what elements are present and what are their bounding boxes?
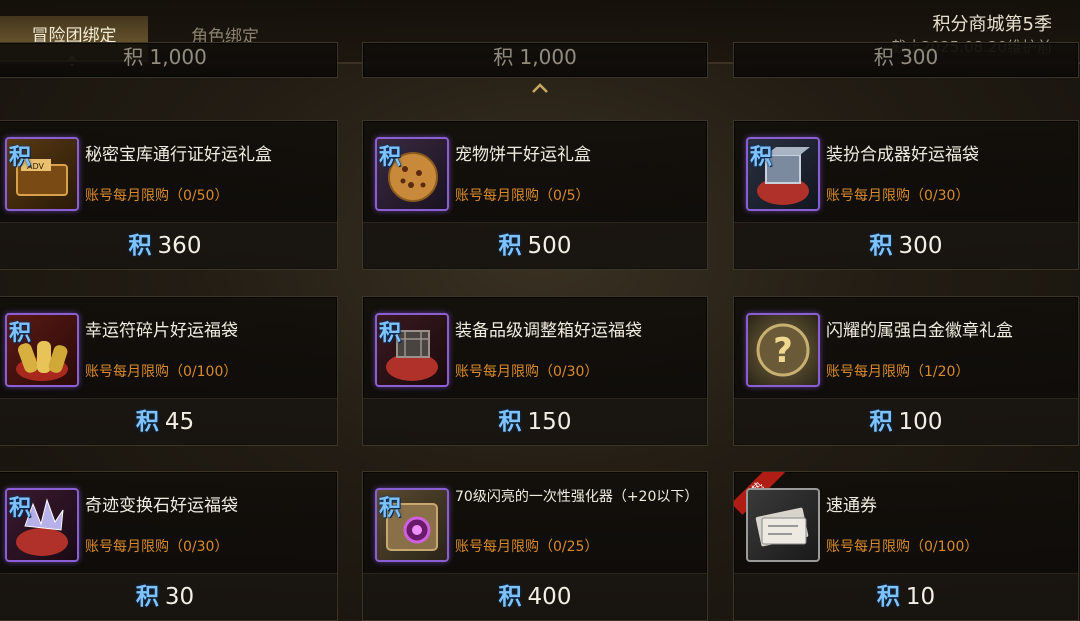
item-name: 速通券 [826, 496, 877, 516]
purchase-limit: 账号每月限购（0/30） [826, 188, 970, 204]
shop-item-card[interactable]: 积 宠物饼干好运礼盒 账号每月限购（0/5） 积 500 [362, 120, 708, 270]
item-name: 幸运符碎片好运福袋 [85, 321, 238, 341]
currency-badge: 积 [379, 144, 402, 170]
purchase-limit: 账号每月限购（0/50） [85, 188, 229, 204]
shop-item-card[interactable]: ? 闪耀的属强白金徽章礼盒 账号每月限购（1/20） 积 100 [733, 296, 1079, 446]
price-bar: 积 150 [363, 398, 707, 445]
shop-item-card[interactable]: 热 速通券 账号每月限购（0/100） 积10 [733, 471, 1079, 621]
shop-item-card-partial[interactable]: 积 300 [733, 42, 1079, 78]
currency-badge: 积 [379, 495, 402, 521]
item-name: 闪耀的属强白金徽章礼盒 [826, 321, 1013, 341]
synthesizer-bag-icon: 积 [746, 137, 820, 211]
currency-icon: 积 [128, 232, 152, 259]
shop-item-card[interactable]: ADV 积 秘密宝库通行证好运礼盒 账号每月限购（0/50） 积 360 [0, 120, 338, 270]
purchase-limit: 账号每月限购（0/5） [455, 188, 590, 204]
item-price: 积 30 [135, 583, 195, 610]
price-bar: 积 30 [0, 573, 337, 620]
price-bar: 积 500 [363, 222, 707, 269]
item-price: 积 300 [873, 45, 939, 69]
shop-title: 积分商城第5季 [932, 14, 1052, 35]
item-price: 积 500 [498, 232, 572, 259]
currency-icon: 积 [493, 45, 514, 69]
price-bar: 积 45 [0, 398, 337, 445]
currency-badge: 积 [9, 495, 32, 521]
svg-text:?: ? [773, 331, 793, 371]
mystery-badge-icon: ? [746, 313, 820, 387]
item-price: 积 100 [869, 408, 943, 435]
shop-item-card[interactable]: 积 装备品级调整箱好运福袋 账号每月限购（0/30） 积 150 [362, 296, 708, 446]
currency-icon: 积 [498, 408, 522, 435]
shop-item-card-partial[interactable]: 积 1,000 [0, 42, 338, 78]
item-name: 70级闪亮的一次性强化器（+20以下） [455, 489, 699, 505]
item-price: 积 400 [498, 583, 572, 610]
purchase-limit: 账号每月限购（0/100） [85, 364, 238, 380]
shop-item-card[interactable]: 积 幸运符碎片好运福袋 账号每月限购（0/100） 积 45 [0, 296, 338, 446]
item-price: 积 10 [876, 583, 936, 610]
purchase-limit: 账号每月限购（1/20） [826, 364, 970, 380]
currency-badge: 积 [9, 320, 32, 346]
price-bar: 积 400 [363, 573, 707, 620]
currency-icon: 积 [135, 583, 159, 610]
purchase-limit: 账号每月限购（0/100） [826, 539, 979, 555]
item-price: 积 1,000 [493, 45, 577, 69]
purchase-limit: 账号每月限购（0/25） [455, 539, 599, 555]
pass-box-icon: ADV 积 [5, 137, 79, 211]
enhancer-icon: 积 [375, 488, 449, 562]
purchase-limit: 账号每月限购（0/30） [455, 364, 599, 380]
adjust-box-bag-icon: 积 [375, 313, 449, 387]
price-bar: 积 360 [0, 222, 337, 269]
currency-icon: 积 [869, 408, 893, 435]
item-price: 积 360 [128, 232, 202, 259]
currency-icon: 积 [123, 45, 144, 69]
item-name: 宠物饼干好运礼盒 [455, 145, 591, 165]
currency-badge: 积 [379, 320, 402, 346]
item-price: 积 45 [135, 408, 195, 435]
currency-icon: 积 [498, 232, 522, 259]
currency-icon: 积 [498, 583, 522, 610]
shop-item-card[interactable]: 积 奇迹变换石好运福袋 账号每月限购（0/30） 积 30 [0, 471, 338, 621]
scroll-up-chevron-icon[interactable] [530, 78, 550, 98]
shop-item-card[interactable]: 积 装扮合成器好运福袋 账号每月限购（0/30） 积 300 [733, 120, 1079, 270]
item-name: 装扮合成器好运福袋 [826, 145, 979, 165]
shop-item-card[interactable]: 积 70级闪亮的一次性强化器（+20以下） 账号每月限购（0/25） 积 400 [362, 471, 708, 621]
price-bar: 积 300 [734, 222, 1078, 269]
charm-scroll-icon: 积 [5, 313, 79, 387]
item-price: 积 300 [869, 232, 943, 259]
price-bar: 积 100 [734, 398, 1078, 445]
price-bar: 积 10 [734, 573, 1078, 620]
item-price: 积 1,000 [123, 45, 207, 69]
item-name: 奇迹变换石好运福袋 [85, 496, 238, 516]
purchase-limit: 账号每月限购（0/30） [85, 539, 229, 555]
currency-icon: 积 [876, 583, 900, 610]
item-price: 积 150 [498, 408, 572, 435]
currency-badge: 积 [750, 144, 773, 170]
ticket-icon [746, 488, 820, 562]
currency-icon: 积 [869, 232, 893, 259]
item-name: 装备品级调整箱好运福袋 [455, 321, 642, 341]
cookie-icon: 积 [375, 137, 449, 211]
currency-icon: 积 [873, 45, 894, 69]
currency-icon: 积 [135, 408, 159, 435]
shop-item-card-partial[interactable]: 积 1,000 [362, 42, 708, 78]
currency-badge: 积 [9, 144, 32, 170]
item-name: 秘密宝库通行证好运礼盒 [85, 145, 272, 165]
crystal-bag-icon: 积 [5, 488, 79, 562]
